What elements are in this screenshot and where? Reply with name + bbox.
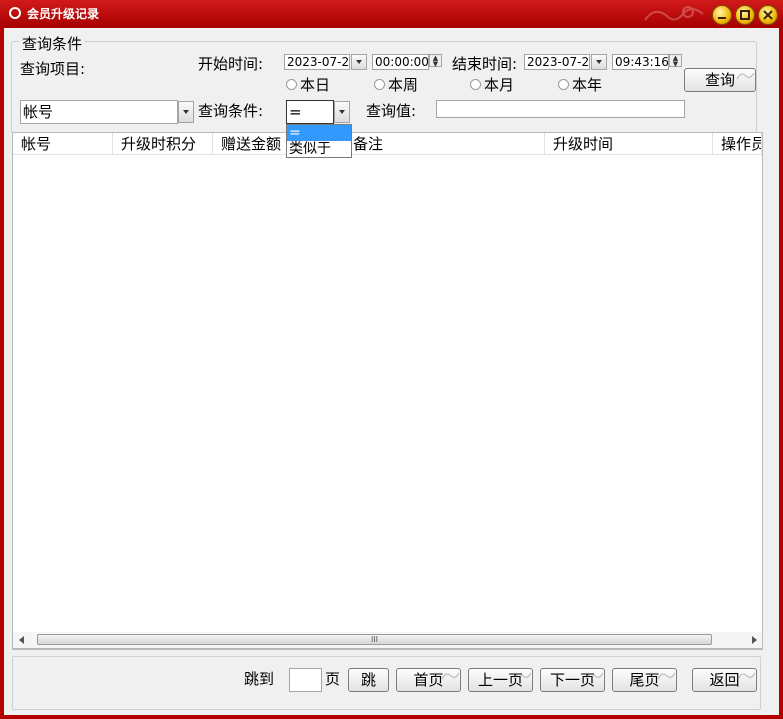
app-window: 会员升级记录 查询条件 查询项目: 开始时间: 2023-07-27 00:00… <box>0 0 783 719</box>
query-button[interactable]: 查询 <box>684 68 756 92</box>
maximize-icon <box>740 10 750 20</box>
end-date-picker-button[interactable] <box>591 54 607 70</box>
column-header-upgrade-points[interactable]: 升级时积分 <box>113 133 213 155</box>
query-item-dropdown-button[interactable] <box>178 101 194 123</box>
horizontal-scrollbar[interactable]: III <box>12 632 763 649</box>
column-header-operator[interactable]: 操作员 <box>713 133 762 155</box>
radio-this-week-label: 本周 <box>388 76 419 94</box>
query-button-label: 查询 <box>704 71 735 89</box>
close-icon <box>763 10 773 20</box>
start-time-field[interactable]: 00:00:00 <box>372 54 429 70</box>
minimize-icon <box>718 17 726 19</box>
start-date-field[interactable]: 2023-07-27 <box>284 54 350 70</box>
title-bar[interactable]: 会员升级记录 <box>0 0 783 28</box>
first-page-label: 首页 <box>413 671 444 689</box>
scrollbar-thumb[interactable]: III <box>37 634 712 645</box>
radio-today-label: 本日 <box>300 76 331 94</box>
records-table[interactable]: 帐号 升级时积分 赠送金额 备注 升级时间 操作员 <box>12 132 763 650</box>
prev-page-button[interactable]: 上一页 <box>468 668 533 692</box>
end-time-label: 结束时间: <box>452 55 518 73</box>
jump-button-label: 跳 <box>360 671 376 689</box>
query-condition-label: 查询条件: <box>198 102 264 120</box>
jump-button[interactable]: 跳 <box>348 668 389 692</box>
cloud-decoration-icon <box>644 6 704 21</box>
query-group-legend: 查询条件 <box>19 35 86 53</box>
radio-this-year[interactable] <box>558 79 569 90</box>
client-area: 查询条件 查询项目: 开始时间: 2023-07-27 00:00:00 ▲ ▼ … <box>4 28 779 715</box>
scroll-right-icon[interactable] <box>752 636 757 644</box>
column-header-upgrade-time[interactable]: 升级时间 <box>545 133 713 155</box>
condition-option-like[interactable]: 类似于 <box>287 141 351 157</box>
query-value-label: 查询值: <box>366 102 417 120</box>
condition-select[interactable]: = <box>286 100 334 124</box>
radio-today[interactable] <box>286 79 297 90</box>
start-date-picker-button[interactable] <box>351 54 367 70</box>
cloud-decoration-icon <box>585 672 604 680</box>
next-page-button[interactable]: 下一页 <box>540 668 605 692</box>
query-item-label: 查询项目: <box>20 60 86 78</box>
radio-this-week[interactable] <box>374 79 385 90</box>
cloud-decoration-icon <box>657 672 676 680</box>
window-title: 会员升级记录 <box>27 7 100 21</box>
condition-option-equals[interactable]: = <box>287 125 351 141</box>
close-button[interactable] <box>758 5 778 25</box>
minimize-button[interactable] <box>712 5 732 25</box>
last-page-button[interactable]: 尾页 <box>612 668 677 692</box>
end-time-spinner[interactable]: ▲ ▼ <box>669 54 682 68</box>
cloud-decoration-icon <box>441 672 460 680</box>
query-item-select[interactable]: 帐号 <box>20 100 178 124</box>
query-value-input[interactable] <box>436 100 685 118</box>
scroll-left-icon[interactable] <box>19 636 24 644</box>
first-page-button[interactable]: 首页 <box>396 668 461 692</box>
cloud-decoration-icon <box>513 672 532 680</box>
radio-this-month-label: 本月 <box>484 76 515 94</box>
cloud-decoration-icon <box>737 672 756 680</box>
start-time-spinner[interactable]: ▲ ▼ <box>429 54 442 68</box>
page-unit-label: 页 <box>325 670 341 688</box>
column-header-account[interactable]: 帐号 <box>13 133 113 155</box>
start-time-label: 开始时间: <box>198 55 264 73</box>
back-button-label: 返回 <box>709 671 740 689</box>
condition-dropdown-button[interactable] <box>334 101 350 123</box>
cloud-decoration-icon <box>736 72 755 80</box>
radio-this-month[interactable] <box>470 79 481 90</box>
end-date-field[interactable]: 2023-07-27 <box>524 54 590 70</box>
condition-dropdown-list[interactable]: = 类似于 <box>286 124 352 158</box>
back-button[interactable]: 返回 <box>692 668 757 692</box>
page-number-input[interactable] <box>289 668 322 692</box>
last-page-label: 尾页 <box>629 671 660 689</box>
maximize-button[interactable] <box>735 5 755 25</box>
app-icon <box>9 7 21 19</box>
column-header-remark[interactable]: 备注 <box>345 133 545 155</box>
end-time-field[interactable]: 09:43:16 <box>612 54 669 70</box>
radio-this-year-label: 本年 <box>572 76 603 94</box>
jump-to-label: 跳到 <box>244 670 275 688</box>
